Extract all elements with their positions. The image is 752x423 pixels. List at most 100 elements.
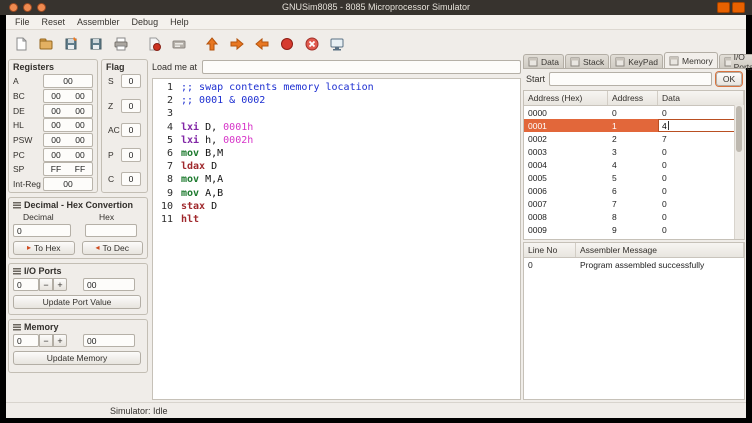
flag-row: AC0 (106, 123, 143, 137)
new-file-button[interactable] (9, 33, 33, 55)
register-value: 00 (75, 150, 84, 160)
hex-input[interactable] (85, 224, 137, 237)
load-button[interactable] (200, 33, 224, 55)
register-value-field[interactable]: 00 (43, 74, 93, 88)
register-value-field[interactable]: 0000 (43, 89, 93, 103)
ok-button[interactable]: OK (716, 72, 742, 86)
arrow-up-icon (204, 36, 220, 52)
tab-data[interactable]: Data (523, 54, 564, 68)
cell-line-no: 0 (524, 260, 576, 270)
converter-buttons: ▸To Hex ◂To Dec (13, 241, 143, 255)
column-header-data[interactable]: Data (658, 91, 744, 105)
save-as-icon (88, 36, 104, 52)
menu-assembler[interactable]: Assembler (71, 17, 126, 27)
memory-address-input[interactable] (13, 334, 39, 347)
tab-keypad[interactable]: KeyPad (610, 54, 663, 68)
table-row[interactable]: 000770 (524, 197, 744, 210)
flag-value-field[interactable]: 0 (121, 123, 141, 137)
table-row-selected[interactable]: 000114 (524, 119, 744, 132)
register-row: Int-Reg 00 (13, 177, 93, 192)
open-file-button[interactable] (34, 33, 58, 55)
flag-value-field[interactable]: 0 (121, 99, 141, 113)
scrollbar-thumb[interactable] (736, 106, 742, 152)
menu-help[interactable]: Help (164, 17, 195, 27)
step-forward-button[interactable] (225, 33, 249, 55)
close-button[interactable] (9, 3, 18, 12)
column-header-assembler-message[interactable]: Assembler Message (576, 243, 744, 257)
table-row[interactable]: 000550 (524, 171, 744, 184)
table-row[interactable]: 000330 (524, 145, 744, 158)
load-me-at-input[interactable] (202, 60, 521, 74)
print-button[interactable] (109, 33, 133, 55)
flag-row: Z0 (106, 99, 143, 113)
register-value-field[interactable]: 0000 (43, 133, 93, 147)
stop-button[interactable] (300, 33, 324, 55)
io-port-value-input[interactable] (83, 278, 135, 291)
register-value-field[interactable]: FFFF (43, 162, 93, 176)
run-button[interactable] (275, 33, 299, 55)
memory-table-scrollbar[interactable] (734, 105, 744, 239)
tab-io-ports[interactable]: I/O Ports (719, 54, 752, 68)
converter-button[interactable] (167, 33, 191, 55)
update-memory-button[interactable]: Update Memory (13, 351, 141, 365)
flag-value-field[interactable]: 0 (121, 74, 141, 88)
tab-memory[interactable]: Memory (664, 52, 718, 68)
save-file-button[interactable] (59, 33, 83, 55)
update-port-value-button[interactable]: Update Port Value (13, 295, 141, 309)
cell-data: 0 (658, 212, 744, 222)
memory-value-input[interactable] (83, 334, 135, 347)
table-row[interactable]: 000000 (524, 106, 744, 119)
table-row[interactable]: 000227 (524, 132, 744, 145)
io-port-increment-button[interactable]: + (53, 278, 67, 291)
menu-file[interactable]: File (9, 17, 36, 27)
hex-label: Hex (85, 212, 114, 222)
to-hex-button[interactable]: ▸To Hex (13, 241, 75, 255)
cell-address: 4 (608, 160, 658, 170)
register-value: FF (51, 164, 61, 174)
io-port-decrement-button[interactable]: − (39, 278, 53, 291)
new-file-icon (13, 36, 29, 52)
memory-decrement-button[interactable]: − (39, 334, 53, 347)
cell-data-editing[interactable]: 4 (658, 119, 744, 132)
minimize-button[interactable] (23, 3, 32, 12)
table-row[interactable]: 000990 (524, 223, 744, 236)
maximize-button[interactable] (37, 3, 46, 12)
menu-debug[interactable]: Debug (126, 17, 165, 27)
register-value-field[interactable]: 00 (43, 177, 93, 191)
io-port-address-input[interactable] (13, 278, 39, 291)
flag-value-field[interactable]: 0 (121, 172, 141, 186)
cell-address: 0 (608, 108, 658, 118)
table-row[interactable]: 000880 (524, 210, 744, 223)
menu-reset[interactable]: Reset (36, 17, 72, 27)
register-value: 00 (51, 120, 60, 130)
column-header-address-hex[interactable]: Address (Hex) (524, 91, 608, 105)
message-row[interactable]: 0 Program assembled successfully (524, 258, 744, 271)
tab-stack[interactable]: Stack (565, 54, 609, 68)
assemble-button[interactable] (142, 33, 166, 55)
save-as-button[interactable] (84, 33, 108, 55)
register-value-field[interactable]: 0000 (43, 118, 93, 132)
register-row: BC 0000 (13, 89, 93, 104)
table-row[interactable]: 000660 (524, 184, 744, 197)
to-dec-button[interactable]: ◂To Dec (82, 241, 144, 255)
step-back-button[interactable] (250, 33, 274, 55)
registers-title: Registers (13, 62, 93, 72)
decimal-input[interactable] (13, 224, 71, 237)
column-header-address[interactable]: Address (608, 91, 658, 105)
flag-value-field[interactable]: 0 (121, 148, 141, 162)
register-value-field[interactable]: 0000 (43, 104, 93, 118)
code-editor[interactable]: 1;; swap contents memory location 2;; 00… (152, 78, 521, 400)
screen-control-icon[interactable] (732, 2, 745, 13)
line-number: 11 (153, 213, 181, 226)
keypad-button[interactable] (325, 33, 349, 55)
table-row[interactable]: 000440 (524, 158, 744, 171)
code-operand: A,B (199, 188, 223, 199)
register-value-field[interactable]: 0000 (43, 148, 93, 162)
start-input[interactable] (549, 72, 712, 86)
column-header-line-no[interactable]: Line No (524, 243, 576, 257)
register-row: SP FFFF (13, 162, 93, 177)
memory-increment-button[interactable]: + (53, 334, 67, 347)
cell-data: 7 (658, 134, 744, 144)
load-me-at-label: Load me at (152, 62, 197, 72)
screen-control-icon[interactable] (717, 2, 730, 13)
